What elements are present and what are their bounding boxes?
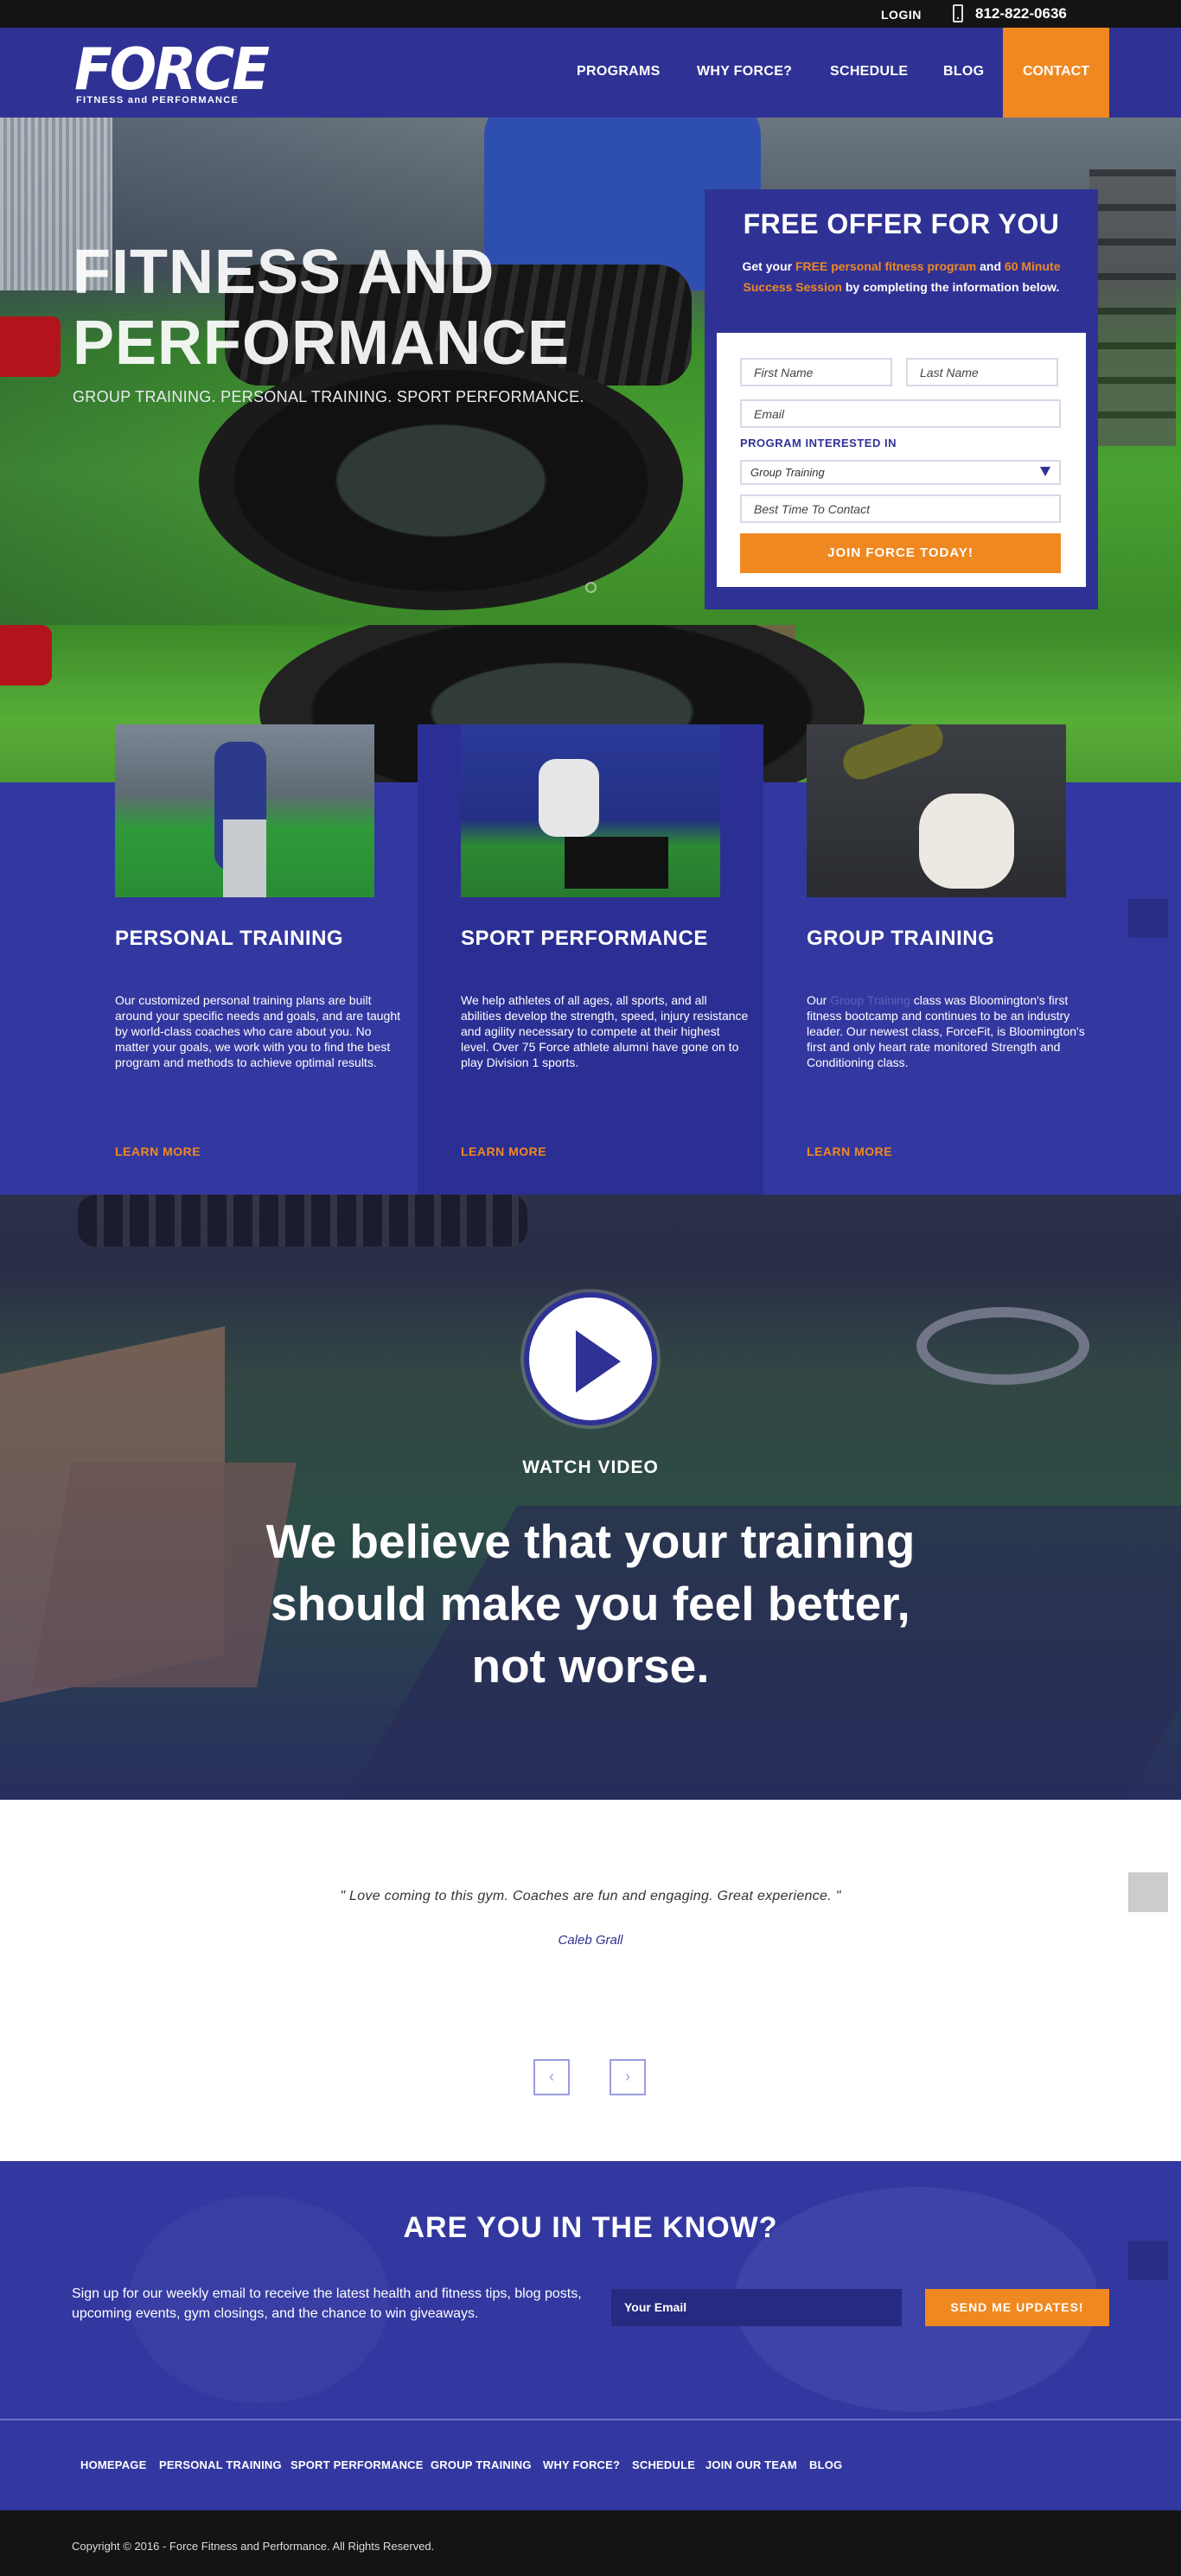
athlete-figure xyxy=(539,759,599,837)
footer-link-why-force[interactable]: WHY FORCE? xyxy=(543,2458,620,2471)
newsletter-email-input[interactable]: Your Email xyxy=(611,2289,902,2326)
testimonial-author: Caleb Grall xyxy=(558,1933,623,1948)
program-card-personal: PERSONAL TRAINING Our customized persona… xyxy=(72,724,418,1195)
program-label: PROGRAM INTERESTED IN xyxy=(740,437,897,450)
nav-contact-button[interactable]: CONTACT xyxy=(1003,28,1109,118)
footer-link-sport-performance[interactable]: SPORT PERFORMANCE xyxy=(290,2458,424,2471)
learn-more-link[interactable]: LEARN MORE xyxy=(807,1145,892,1158)
offer-description: Get your FREE personal fitness program a… xyxy=(739,256,1063,297)
phone-number[interactable]: 812-822-0636 xyxy=(975,5,1067,22)
nav-programs[interactable]: PROGRAMS xyxy=(577,64,661,80)
first-name-field[interactable]: First Name xyxy=(740,358,892,386)
offer-desc-highlight: FREE personal fitness program xyxy=(795,259,977,273)
footer-link-join-our-team[interactable]: JOIN OUR TEAM xyxy=(705,2458,797,2471)
hero-subtitle: GROUP TRAINING. PERSONAL TRAINING. SPORT… xyxy=(73,388,584,405)
watch-video-label[interactable]: WATCH VIDEO xyxy=(0,1457,1181,1478)
offer-panel: FREE OFFER FOR YOU Get your FREE persona… xyxy=(705,189,1098,609)
newsletter-title: ARE YOU IN THE KNOW? xyxy=(403,2211,778,2244)
program-text: We help athletes of all ages, all sports… xyxy=(461,993,749,1069)
program-card-group: GROUP TRAINING Our Group Training class … xyxy=(763,724,1109,1195)
side-widget-button[interactable] xyxy=(1128,2241,1168,2280)
main-nav: FORCE FITNESS and PERFORMANCE PROGRAMS W… xyxy=(0,28,1181,118)
footer-nav: HOMEPAGE PERSONAL TRAINING SPORT PERFORM… xyxy=(0,2420,1181,2510)
footer-link-blog[interactable]: BLOG xyxy=(809,2458,842,2471)
copyright-text: Copyright © 2016 - Force Fitness and Per… xyxy=(72,2540,435,2553)
side-widget-button[interactable] xyxy=(1128,1872,1168,1912)
offer-form: First Name Last Name Email PROGRAM INTER… xyxy=(717,333,1086,587)
top-bar: LOGIN 812-822-0636 xyxy=(0,0,1181,28)
chevron-down-icon xyxy=(1040,467,1050,476)
footer-link-schedule[interactable]: SCHEDULE xyxy=(632,2458,695,2471)
offer-desc-text: by completing the information below. xyxy=(841,280,1060,294)
newsletter-section: ARE YOU IN THE KNOW? Sign up for our wee… xyxy=(0,2161,1181,2419)
offer-desc-text: Get your xyxy=(742,259,795,273)
nav-blog[interactable]: BLOG xyxy=(943,64,984,80)
mission-quote: We believe that your training should mak… xyxy=(265,1514,916,1693)
hero-red-kettlebell xyxy=(0,316,61,377)
hero-equipment xyxy=(1089,169,1176,446)
copyright-bar: Copyright © 2016 - Force Fitness and Per… xyxy=(0,2510,1181,2576)
chevron-left-icon: ‹ xyxy=(549,2068,554,2085)
chevron-right-icon: › xyxy=(625,2068,630,2085)
plyo-box xyxy=(565,837,668,889)
learn-more-link[interactable]: LEARN MORE xyxy=(461,1145,546,1158)
play-video-button[interactable] xyxy=(524,1292,657,1425)
logo-tagline: FITNESS and PERFORMANCE xyxy=(76,95,239,105)
footer-link-group-training[interactable]: GROUP TRAINING xyxy=(431,2458,532,2471)
athlete-figure xyxy=(919,794,1014,889)
nav-why-force[interactable]: WHY FORCE? xyxy=(697,64,792,80)
join-button[interactable]: JOIN FORCE TODAY! xyxy=(740,533,1061,573)
video-section: WATCH VIDEO We believe that your trainin… xyxy=(0,1195,1181,1800)
login-link[interactable]: LOGIN xyxy=(881,8,922,22)
logo[interactable]: FORCE FITNESS and PERFORMANCE xyxy=(74,36,290,109)
play-icon xyxy=(576,1330,621,1393)
testimonial-next-button[interactable]: › xyxy=(610,2059,646,2095)
program-select[interactable]: Group Training xyxy=(740,460,1061,485)
hero-title: FITNESS AND PERFORMANCE xyxy=(73,237,570,379)
hero-title-line2: PERFORMANCE xyxy=(73,309,571,378)
send-updates-button[interactable]: SEND ME UPDATES! xyxy=(925,2289,1109,2326)
slider-dot[interactable] xyxy=(585,582,597,593)
group-training-inline-link[interactable]: Group Training xyxy=(830,993,910,1007)
side-widget-button[interactable] xyxy=(1128,899,1168,938)
program-image-sport[interactable] xyxy=(461,724,720,897)
hero-title-line1: FITNESS AND xyxy=(73,238,495,307)
testimonial-prev-button[interactable]: ‹ xyxy=(533,2059,570,2095)
offer-desc-text: and xyxy=(976,259,1005,273)
program-select-value: Group Training xyxy=(750,466,825,479)
athlete-pants xyxy=(223,819,266,897)
program-title: GROUP TRAINING xyxy=(807,927,995,950)
program-text: Our Group Training class was Bloomington… xyxy=(807,992,1096,1070)
testimonial-section: " Love coming to this gym. Coaches are f… xyxy=(0,1800,1181,2161)
video-overlay xyxy=(0,1195,1181,1800)
nav-contact-label: CONTACT xyxy=(1022,64,1090,79)
program-title: PERSONAL TRAINING xyxy=(115,927,344,950)
best-time-field[interactable]: Best Time To Contact xyxy=(740,494,1061,523)
band-red-object xyxy=(0,625,52,685)
footer-link-personal-training[interactable]: PERSONAL TRAINING xyxy=(159,2458,282,2471)
nav-schedule[interactable]: SCHEDULE xyxy=(830,64,908,80)
footer-link-homepage[interactable]: HOMEPAGE xyxy=(80,2458,146,2471)
last-name-field[interactable]: Last Name xyxy=(906,358,1058,386)
program-image-group[interactable] xyxy=(807,724,1066,897)
learn-more-link[interactable]: LEARN MORE xyxy=(115,1145,201,1158)
offer-title: FREE OFFER FOR YOU xyxy=(743,208,1060,239)
email-field[interactable]: Email xyxy=(740,399,1061,428)
newsletter-text: Sign up for our weekly email to receive … xyxy=(72,2286,582,2321)
testimonial-quote: " Love coming to this gym. Coaches are f… xyxy=(340,1889,841,1903)
program-card-sport: SPORT PERFORMANCE We help athletes of al… xyxy=(418,724,763,1195)
phone-icon xyxy=(953,4,963,22)
program-title: SPORT PERFORMANCE xyxy=(461,927,708,950)
program-text-part: Our xyxy=(807,993,831,1007)
logo-wordmark: FORCE xyxy=(74,36,270,104)
program-image-personal[interactable] xyxy=(115,724,374,897)
athlete-shoes xyxy=(838,724,948,785)
program-text: Our customized personal training plans a… xyxy=(115,993,401,1069)
